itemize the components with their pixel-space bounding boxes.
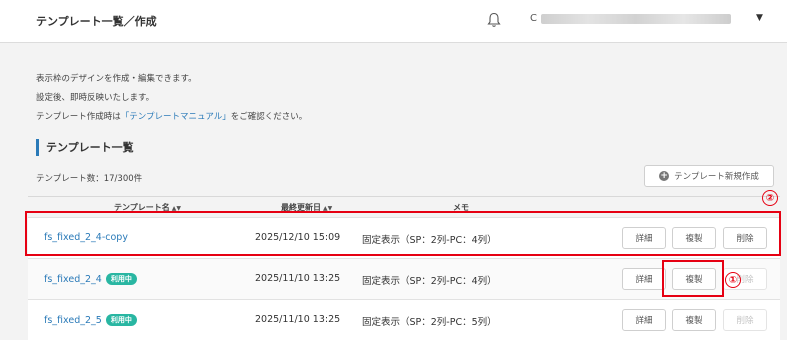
template-name-link[interactable]: fs_fixed_2_5 bbox=[44, 315, 102, 326]
user-name-redacted bbox=[540, 13, 731, 24]
user-menu[interactable]: C ▼ bbox=[530, 13, 763, 24]
info-line-3-suffix: をご確認ください。 bbox=[230, 112, 308, 122]
chevron-down-icon[interactable]: ▼ bbox=[756, 13, 763, 23]
top-header: テンプレート一覧／作成 C ▼ bbox=[0, 0, 787, 43]
user-initial: C bbox=[530, 13, 537, 24]
manual-link[interactable]: 「テンプレートマニュアル」 bbox=[121, 112, 231, 122]
page-title: テンプレート一覧／作成 bbox=[36, 15, 157, 28]
info-line-3-prefix: テンプレート作成時は bbox=[36, 112, 121, 122]
detail-button[interactable]: 詳細 bbox=[622, 268, 666, 290]
template-count: テンプレート数：17/300件 bbox=[36, 174, 143, 184]
highlight-box-copied-row bbox=[25, 211, 781, 256]
template-name-link[interactable]: fs_fixed_2_4 bbox=[44, 274, 102, 285]
info-line-3: テンプレート作成時は「テンプレートマニュアル」をご確認ください。 bbox=[36, 110, 307, 122]
plus-icon: + bbox=[659, 171, 670, 181]
updated-date: 2025/11/10 13:25 bbox=[255, 314, 341, 325]
new-template-label: テンプレート新規作成 bbox=[674, 172, 759, 182]
memo-text: 固定表示（SP：2列-PC：5列） bbox=[362, 317, 497, 328]
section-title: テンプレート一覧 bbox=[36, 139, 134, 156]
template-name-cell: fs_fixed_2_5 利用中 bbox=[44, 314, 137, 326]
template-name-cell: fs_fixed_2_4 利用中 bbox=[44, 273, 137, 285]
copy-button[interactable]: 複製 bbox=[672, 309, 716, 331]
delete-button-disabled: 削除 bbox=[723, 309, 767, 331]
memo-text: 固定表示（SP：2列-PC：4列） bbox=[362, 276, 497, 287]
annotation-mark-2: ② bbox=[762, 190, 778, 206]
new-template-button[interactable]: + テンプレート新規作成 bbox=[644, 165, 774, 187]
detail-button[interactable]: 詳細 bbox=[622, 309, 666, 331]
table-row: fs_fixed_2_5 利用中 2025/11/10 13:25 固定表示（SP… bbox=[28, 299, 780, 340]
updated-date: 2025/11/10 13:25 bbox=[255, 273, 341, 284]
bell-icon[interactable] bbox=[487, 12, 501, 28]
annotation-mark-1: ① bbox=[725, 272, 741, 288]
info-line-2: 設定後、即時反映いたします。 bbox=[36, 93, 155, 103]
in-use-badge: 利用中 bbox=[105, 273, 137, 285]
in-use-badge: 利用中 bbox=[105, 314, 137, 326]
highlight-box-copy-button bbox=[662, 260, 724, 297]
info-line-1: 表示枠のデザインを作成・編集できます。 bbox=[36, 74, 197, 84]
